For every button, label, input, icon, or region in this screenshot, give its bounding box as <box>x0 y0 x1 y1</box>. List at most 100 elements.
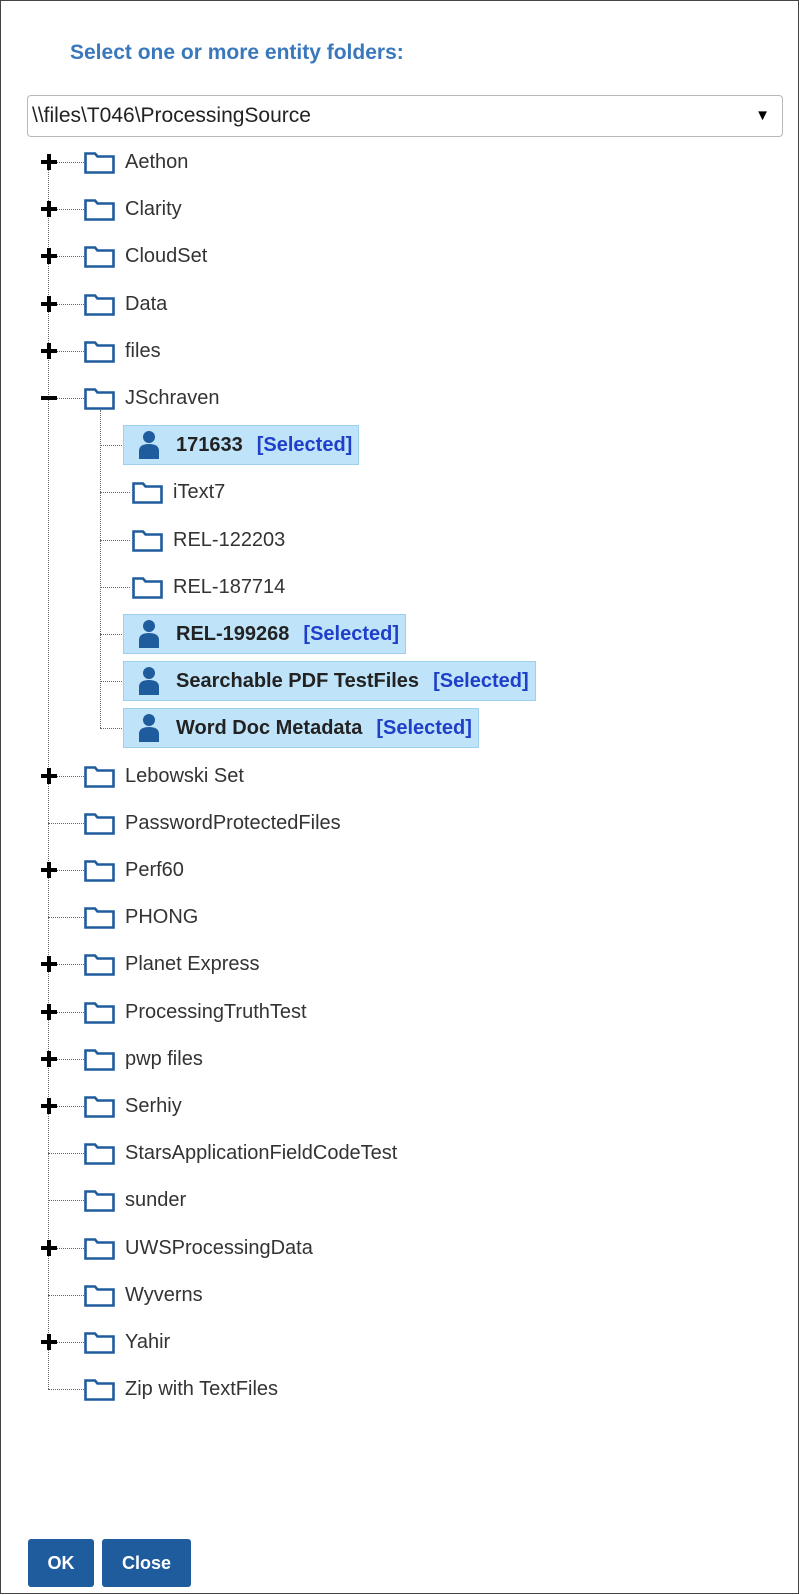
tree-node[interactable]: UWSProcessingData <box>84 1228 313 1268</box>
tree-node[interactable]: JSchraven <box>84 378 220 418</box>
selected-entity-node[interactable]: Searchable PDF TestFiles [Selected] <box>123 661 536 701</box>
plus-icon[interactable] <box>41 1051 57 1067</box>
tree-node-label: PasswordProtectedFiles <box>125 811 341 834</box>
tree-node-label: sunder <box>125 1188 187 1211</box>
tree-node[interactable]: files <box>84 331 161 371</box>
plus-icon[interactable] <box>41 956 57 972</box>
plus-icon[interactable] <box>41 248 57 264</box>
folder-icon <box>84 197 115 221</box>
tree-connector <box>100 587 130 588</box>
tree-node-label: REL-187714 <box>173 575 286 598</box>
tree-node[interactable]: iText7 <box>132 472 225 512</box>
tree-node-label: REL-122203 <box>173 528 286 551</box>
folder-icon <box>84 292 115 316</box>
tree-connector <box>48 1153 84 1154</box>
tree-connector <box>100 540 130 541</box>
tree-connector <box>48 1200 84 1201</box>
selected-entity-node[interactable]: 171633 [Selected] <box>123 425 360 465</box>
folder-icon <box>84 858 115 882</box>
user-icon <box>138 430 160 460</box>
folder-icon <box>84 905 115 929</box>
tree-node-label: UWSProcessingData <box>125 1236 313 1259</box>
folder-icon <box>84 1377 115 1401</box>
tree-connector <box>100 492 130 493</box>
tree-node-label: pwp files <box>125 1047 203 1070</box>
folder-icon <box>84 1236 115 1260</box>
tree-node[interactable]: Lebowski Set <box>84 756 244 796</box>
selected-entity-node[interactable]: REL-199268 [Selected] <box>123 614 406 654</box>
tree-node-label: ProcessingTruthTest <box>125 1000 307 1023</box>
plus-icon[interactable] <box>41 296 57 312</box>
plus-icon[interactable] <box>41 1098 57 1114</box>
folder-icon <box>84 150 115 174</box>
tree-connector <box>48 1295 84 1296</box>
tree-node[interactable]: CloudSet <box>84 236 207 276</box>
tree-node[interactable]: sunder <box>84 1180 186 1220</box>
tree-node-label: Aethon <box>125 150 189 173</box>
folder-icon <box>84 1000 115 1024</box>
plus-icon[interactable] <box>41 1240 57 1256</box>
plus-icon[interactable] <box>41 343 57 359</box>
folder-icon <box>84 1330 115 1354</box>
tree-node-label: Clarity <box>125 197 182 220</box>
tree-node-label: 171633 <box>176 433 243 456</box>
user-icon <box>138 713 160 743</box>
selected-tag: [Selected] <box>256 433 353 456</box>
tree-node-label: StarsApplicationFieldCodeTest <box>125 1141 398 1164</box>
tree-node[interactable]: REL-122203 <box>132 520 285 560</box>
tree-node-label: Planet Express <box>125 952 260 975</box>
selected-tag: [Selected] <box>303 622 399 645</box>
tree-connector <box>100 634 124 635</box>
tree-node[interactable]: Yahir <box>84 1322 170 1362</box>
folder-icon <box>84 339 115 363</box>
tree-node-label: Data <box>125 292 168 315</box>
tree-node[interactable]: Serhiy <box>84 1086 182 1126</box>
tree-connector <box>48 917 84 918</box>
folder-icon <box>84 1188 115 1212</box>
tree-node-label: iText7 <box>173 480 226 503</box>
tree-node-label: Wyverns <box>125 1283 203 1306</box>
tree-node[interactable]: Data <box>84 284 167 324</box>
folder-icon <box>84 1047 115 1071</box>
folder-icon <box>84 244 115 268</box>
entity-folder-dialog: Select one or more entity folders: \\fil… <box>0 0 799 1594</box>
folder-icon <box>84 386 115 410</box>
tree-node[interactable]: Clarity <box>84 189 182 229</box>
tree-node[interactable]: PHONG <box>84 897 198 937</box>
selected-tag: [Selected] <box>433 669 529 692</box>
tree-node-label: Serhiy <box>125 1094 182 1117</box>
tree-node-label: files <box>125 339 161 362</box>
tree-node[interactable]: pwp files <box>84 1039 203 1079</box>
folder-icon <box>84 811 115 835</box>
tree-node[interactable]: StarsApplicationFieldCodeTest <box>84 1133 397 1173</box>
tree-node[interactable]: PasswordProtectedFiles <box>84 803 341 843</box>
selected-tag: [Selected] <box>376 716 472 739</box>
tree-connector <box>48 823 84 824</box>
tree-node[interactable]: Perf60 <box>84 850 184 890</box>
plus-icon[interactable] <box>41 1004 57 1020</box>
tree-node[interactable]: Aethon <box>84 142 188 182</box>
tree-node-label: Perf60 <box>125 858 184 881</box>
tree-node[interactable]: Planet Express <box>84 944 260 984</box>
folder-icon <box>84 952 115 976</box>
tree-node[interactable]: ProcessingTruthTest <box>84 992 307 1032</box>
folder-icon <box>132 575 163 599</box>
plus-icon[interactable] <box>41 201 57 217</box>
plus-icon[interactable] <box>41 1334 57 1350</box>
plus-icon[interactable] <box>41 862 57 878</box>
folder-icon <box>132 528 163 552</box>
tree-node-label: CloudSet <box>125 244 208 267</box>
tree-node[interactable]: REL-187714 <box>132 567 285 607</box>
tree-connector <box>100 681 124 682</box>
minus-icon[interactable] <box>41 390 57 406</box>
plus-icon[interactable] <box>41 768 57 784</box>
tree-node-label: PHONG <box>125 905 199 928</box>
selected-entity-node[interactable]: Word Doc Metadata [Selected] <box>123 708 479 748</box>
ok-button[interactable]: OK <box>28 1539 94 1587</box>
tree-node[interactable]: Zip with TextFiles <box>84 1369 278 1409</box>
tree-node-label: Lebowski Set <box>125 764 244 787</box>
tree-node[interactable]: Wyverns <box>84 1275 203 1315</box>
tree-connector <box>100 728 124 729</box>
plus-icon[interactable] <box>41 154 57 170</box>
close-button[interactable]: Close <box>102 1539 191 1587</box>
